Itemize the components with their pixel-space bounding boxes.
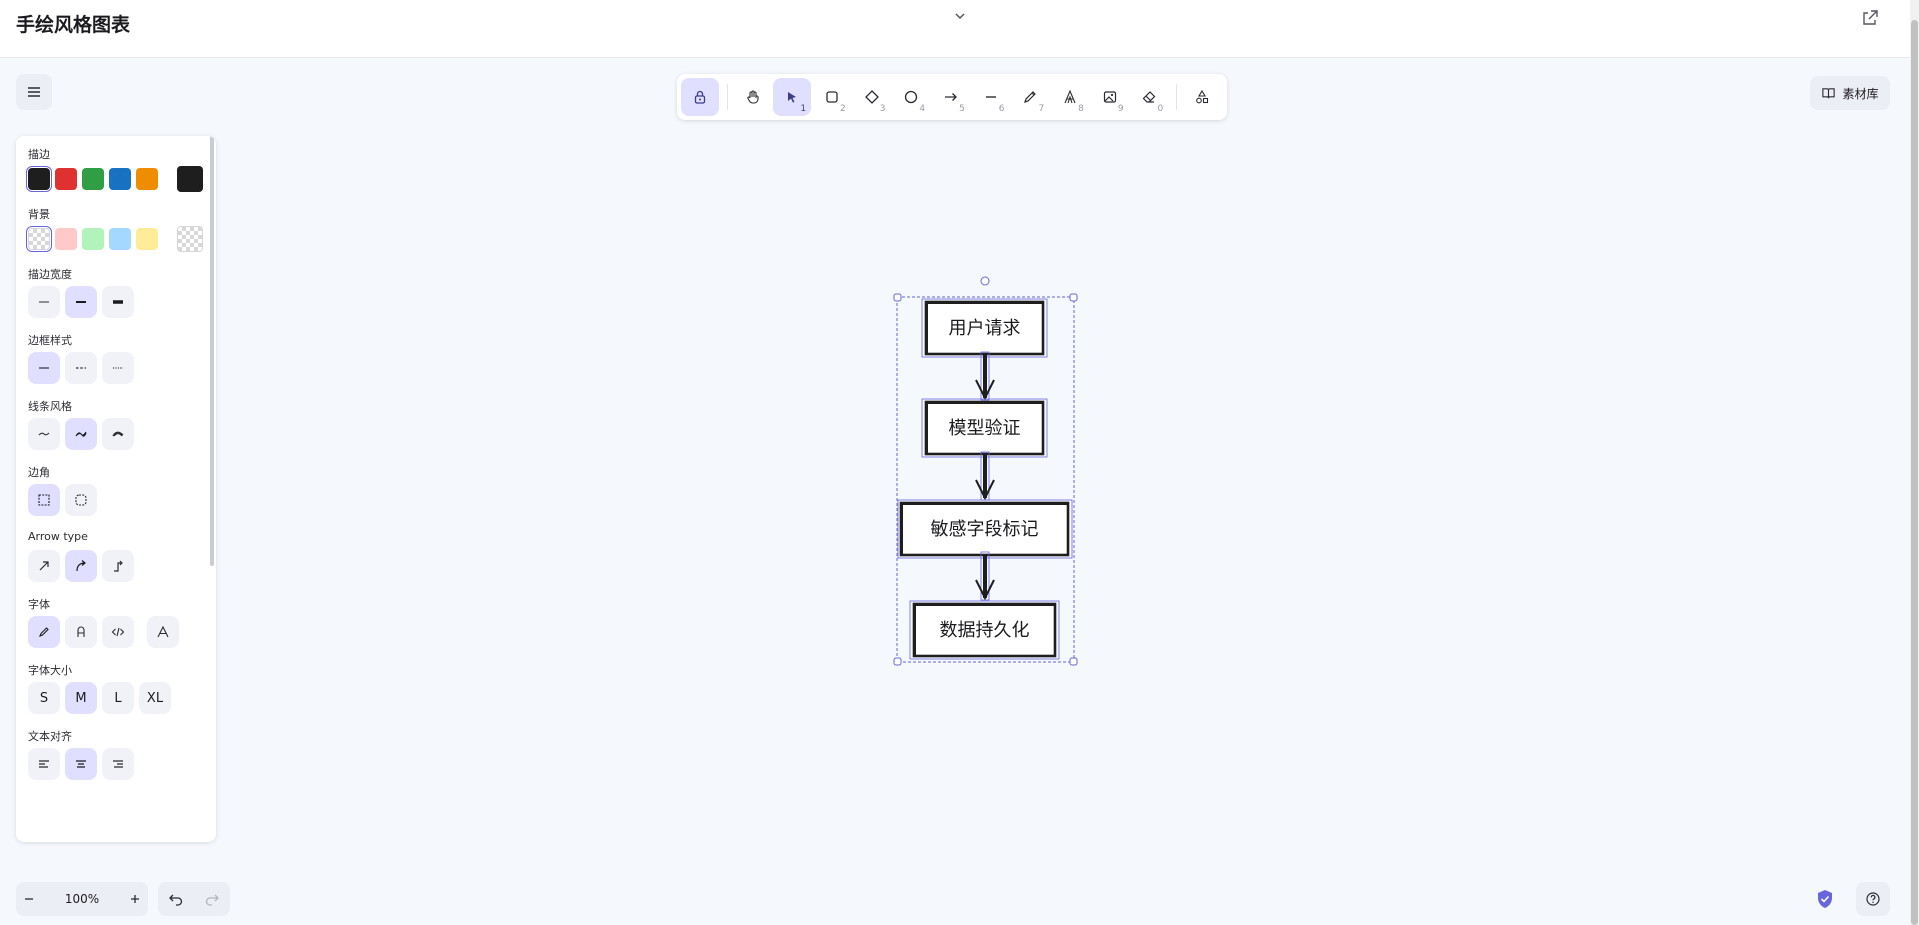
node-label: 用户请求	[949, 318, 1021, 339]
help-button[interactable]	[1856, 882, 1890, 916]
node-label: 敏感字段标记	[931, 519, 1039, 540]
resize-handle-ne[interactable]	[1069, 293, 1078, 302]
flow-node[interactable]: 数据持久化	[912, 602, 1057, 658]
zoom-in-icon[interactable]	[128, 892, 142, 906]
resize-handle-sw[interactable]	[893, 657, 902, 666]
help-icon	[1866, 892, 1880, 906]
zoom-controls: 100%	[16, 882, 148, 916]
flow-node[interactable]: 用户请求	[924, 300, 1045, 356]
canvas-diagram[interactable]: 用户请求 模型验证 敏感字段标记 数据持久化	[0, 0, 1919, 925]
node-label: 模型验证	[949, 418, 1021, 439]
history-controls	[158, 882, 230, 916]
redo-icon[interactable]	[204, 891, 220, 907]
shield-check-icon[interactable]	[1814, 888, 1836, 910]
flow-arrow[interactable]	[975, 451, 995, 501]
flow-node[interactable]: 模型验证	[924, 400, 1045, 456]
flow-arrow[interactable]	[975, 551, 995, 601]
zoom-out-icon[interactable]	[22, 892, 36, 906]
resize-handle-nw[interactable]	[893, 293, 902, 302]
undo-icon[interactable]	[168, 891, 184, 907]
flow-arrow[interactable]	[975, 351, 995, 401]
resize-handle-se[interactable]	[1069, 657, 1078, 666]
rotation-handle[interactable]	[980, 276, 990, 286]
node-label: 数据持久化	[940, 620, 1030, 641]
zoom-level[interactable]: 100%	[65, 892, 99, 906]
flow-node[interactable]: 敏感字段标记	[899, 501, 1070, 557]
